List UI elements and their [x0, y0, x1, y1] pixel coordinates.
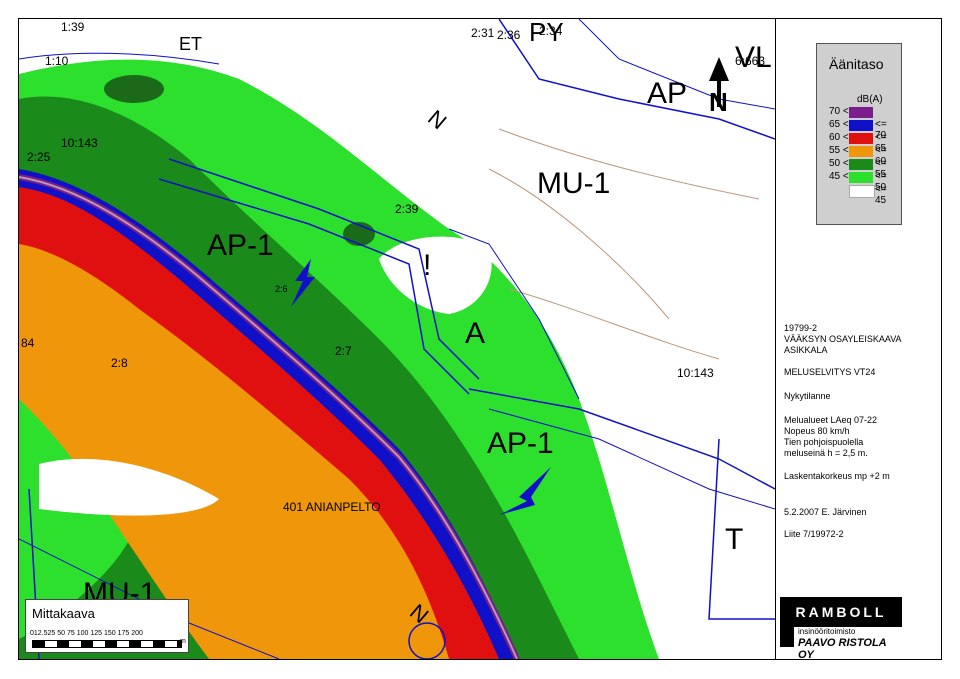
label-ap1-right: AP-1 — [487, 427, 554, 460]
label-mu1-top: MU-1 — [537, 167, 611, 200]
scale-bar — [32, 640, 182, 648]
label-2-31: 2:31 — [471, 26, 495, 40]
label-t: T — [725, 523, 744, 556]
sidebar: Äänitaso dB(A) 70 < 65 < <= 70 60 < <= 65 … — [775, 19, 941, 659]
legend-swatch — [849, 159, 873, 170]
label-2-6: 2:6 — [275, 284, 288, 294]
label-1-10: 1:10 — [45, 54, 69, 68]
label-84: 84 — [21, 336, 35, 350]
legend-swatch — [849, 146, 873, 157]
info-state: Nykytilanne — [784, 391, 831, 401]
logo-mark — [780, 627, 794, 647]
label-6-663: 6:663 — [735, 54, 766, 68]
info-barrier-1: Tien pohjoispuolella — [784, 437, 864, 447]
legend-row: 65 < <= 70 — [829, 119, 887, 141]
logo-line2: PAAVO RISTOLA OY — [798, 637, 887, 660]
label-ap: AP — [647, 77, 688, 110]
info-appendix: Liite 7/19972-2 — [784, 529, 844, 539]
noise-map-graphics — [19, 19, 775, 659]
info-calc-height: Laskentakorkeus mp +2 m — [784, 471, 890, 481]
info-zones: Melualueet LAeq 07-22 — [784, 415, 878, 425]
label-2-8: 2:8 — [111, 356, 128, 370]
label-2-25: 2:25 — [27, 150, 51, 164]
legend-unit: dB(A) — [857, 94, 883, 105]
label-et: ET — [179, 34, 203, 54]
label-ap1-left: AP-1 — [207, 229, 274, 262]
noise-map[interactable]: 1:39 1:10 ET PY 2:31 2:36 2:34 AP VL 6:6… — [19, 19, 775, 659]
legend-swatch — [849, 185, 875, 198]
logo-line1: insinööritoimisto — [798, 627, 856, 636]
info-date-author: 5.2.2007 E. Järvinen — [784, 507, 867, 517]
scale-box: Mittakaava 012.525 50 75 100 125 150 175… — [25, 599, 189, 653]
legend-row: 70 < — [829, 106, 899, 118]
legend-row: 55 < <= 60 — [829, 145, 887, 167]
info-project-name: VÄÄKSYN OSAYLEISKAAVA — [784, 334, 902, 344]
legend-swatch — [849, 107, 873, 118]
scale-title: Mittakaava — [32, 606, 95, 621]
legend-swatch — [849, 133, 873, 144]
map-sheet: 1:39 1:10 ET PY 2:31 2:36 2:34 AP VL 6:6… — [18, 18, 942, 660]
label-2-39: 2:39 — [395, 202, 419, 216]
label-2-34: 2:34 — [539, 24, 563, 38]
info-project-sub: ASIKKALA — [784, 345, 828, 355]
logo-ramboll: RAMBOLL — [780, 597, 902, 627]
label-2-7: 2:7 — [335, 344, 352, 358]
scale-ticks: 012.525 50 75 100 125 150 175 200 — [30, 630, 143, 637]
legend-row: 45 < <= 50 — [829, 171, 887, 193]
label-10-143-a: 10:143 — [61, 136, 98, 150]
legend-swatch — [849, 120, 873, 131]
info-barrier-2: meluseinä h = 2,5 m. — [784, 448, 868, 458]
north-arrow-letter: N — [709, 87, 728, 117]
noise-legend: Äänitaso dB(A) 70 < 65 < <= 70 60 < <= 65 … — [816, 43, 902, 225]
label-road-name: 401 ANIANPELTO — [283, 500, 381, 514]
label-exclaim: ! — [423, 249, 432, 282]
info-study: MELUSELVITYS VT24 — [784, 367, 876, 377]
legend-row: 60 < <= 65 — [829, 132, 887, 154]
legend-row: 50 < <= 55 — [829, 158, 887, 180]
label-2-36: 2:36 — [497, 28, 521, 42]
label-1-39: 1:39 — [61, 20, 85, 34]
legend-title: Äänitaso — [829, 56, 884, 72]
label-a: A — [465, 317, 486, 350]
company-logo: RAMBOLL insinööritoimisto PAAVO RISTOLA … — [780, 597, 902, 659]
info-speed: Nopeus 80 km/h — [784, 426, 850, 436]
label-10-143-b: 10:143 — [677, 366, 714, 380]
legend-swatch — [849, 172, 873, 183]
legend-row: <= 45 — [829, 184, 899, 206]
info-project-no: 19799-2 — [784, 323, 818, 333]
